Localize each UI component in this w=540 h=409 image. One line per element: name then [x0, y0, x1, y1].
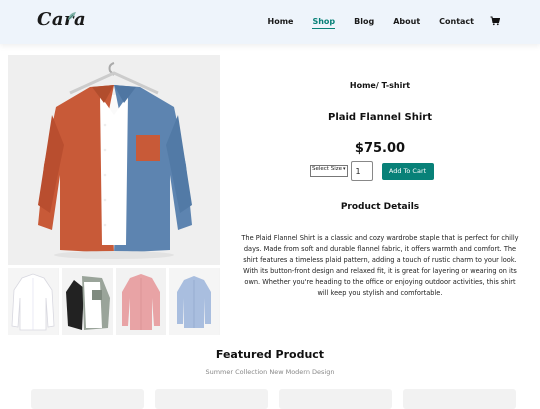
shirt-illustration [8, 55, 220, 265]
quantity-input[interactable]: 1 [350, 161, 373, 181]
featured-subtitle: Summer Collection New Modern Design [205, 368, 335, 376]
nav-about[interactable]: About [393, 17, 420, 26]
nav-home[interactable]: Home [268, 17, 294, 26]
product-card[interactable] [279, 389, 392, 409]
featured-title: Featured Product [215, 348, 325, 361]
size-select[interactable]: Select Size▾ [310, 165, 348, 177]
product-description: The Plaid Flannel Shirt is a classic and… [241, 234, 519, 297]
add-to-cart-button[interactable]: Add To Cart [381, 162, 434, 180]
logo[interactable]: Cara [37, 9, 86, 30]
thumbnail-pink-shirt[interactable] [115, 268, 167, 335]
chevron-down-icon: ▾ [343, 166, 346, 172]
cart-icon[interactable] [490, 16, 500, 26]
nav-contact[interactable]: Contact [439, 17, 474, 26]
site-header: Cara Home Shop Blog About Contact [0, 0, 540, 44]
product-details-heading: Product Details [340, 202, 420, 212]
breadcrumb: Home/ T-shirt [349, 81, 411, 90]
thumbnail-grey-black-shirt[interactable] [61, 268, 113, 335]
product-card[interactable] [155, 389, 268, 409]
main-nav: Home Shop Blog About Contact [249, 17, 501, 29]
size-select-value: Select Size [312, 166, 343, 172]
product-card[interactable] [403, 389, 516, 409]
nav-blog[interactable]: Blog [354, 17, 374, 26]
nav-shop[interactable]: Shop [312, 17, 335, 29]
product-price: $75.00 [354, 141, 406, 156]
thumbnail-blue-shirt[interactable] [169, 268, 220, 335]
product-card[interactable] [31, 389, 144, 409]
leaf-icon [67, 12, 76, 21]
purchase-row: Select Size▾ 1 Add To Cart [310, 161, 434, 181]
featured-cards [31, 389, 521, 409]
product-title: Plaid Flannel Shirt [328, 112, 432, 123]
thumbnail-white-shirt[interactable] [8, 268, 59, 335]
main-product-image [8, 55, 220, 265]
thumbnail-strip [8, 268, 220, 335]
